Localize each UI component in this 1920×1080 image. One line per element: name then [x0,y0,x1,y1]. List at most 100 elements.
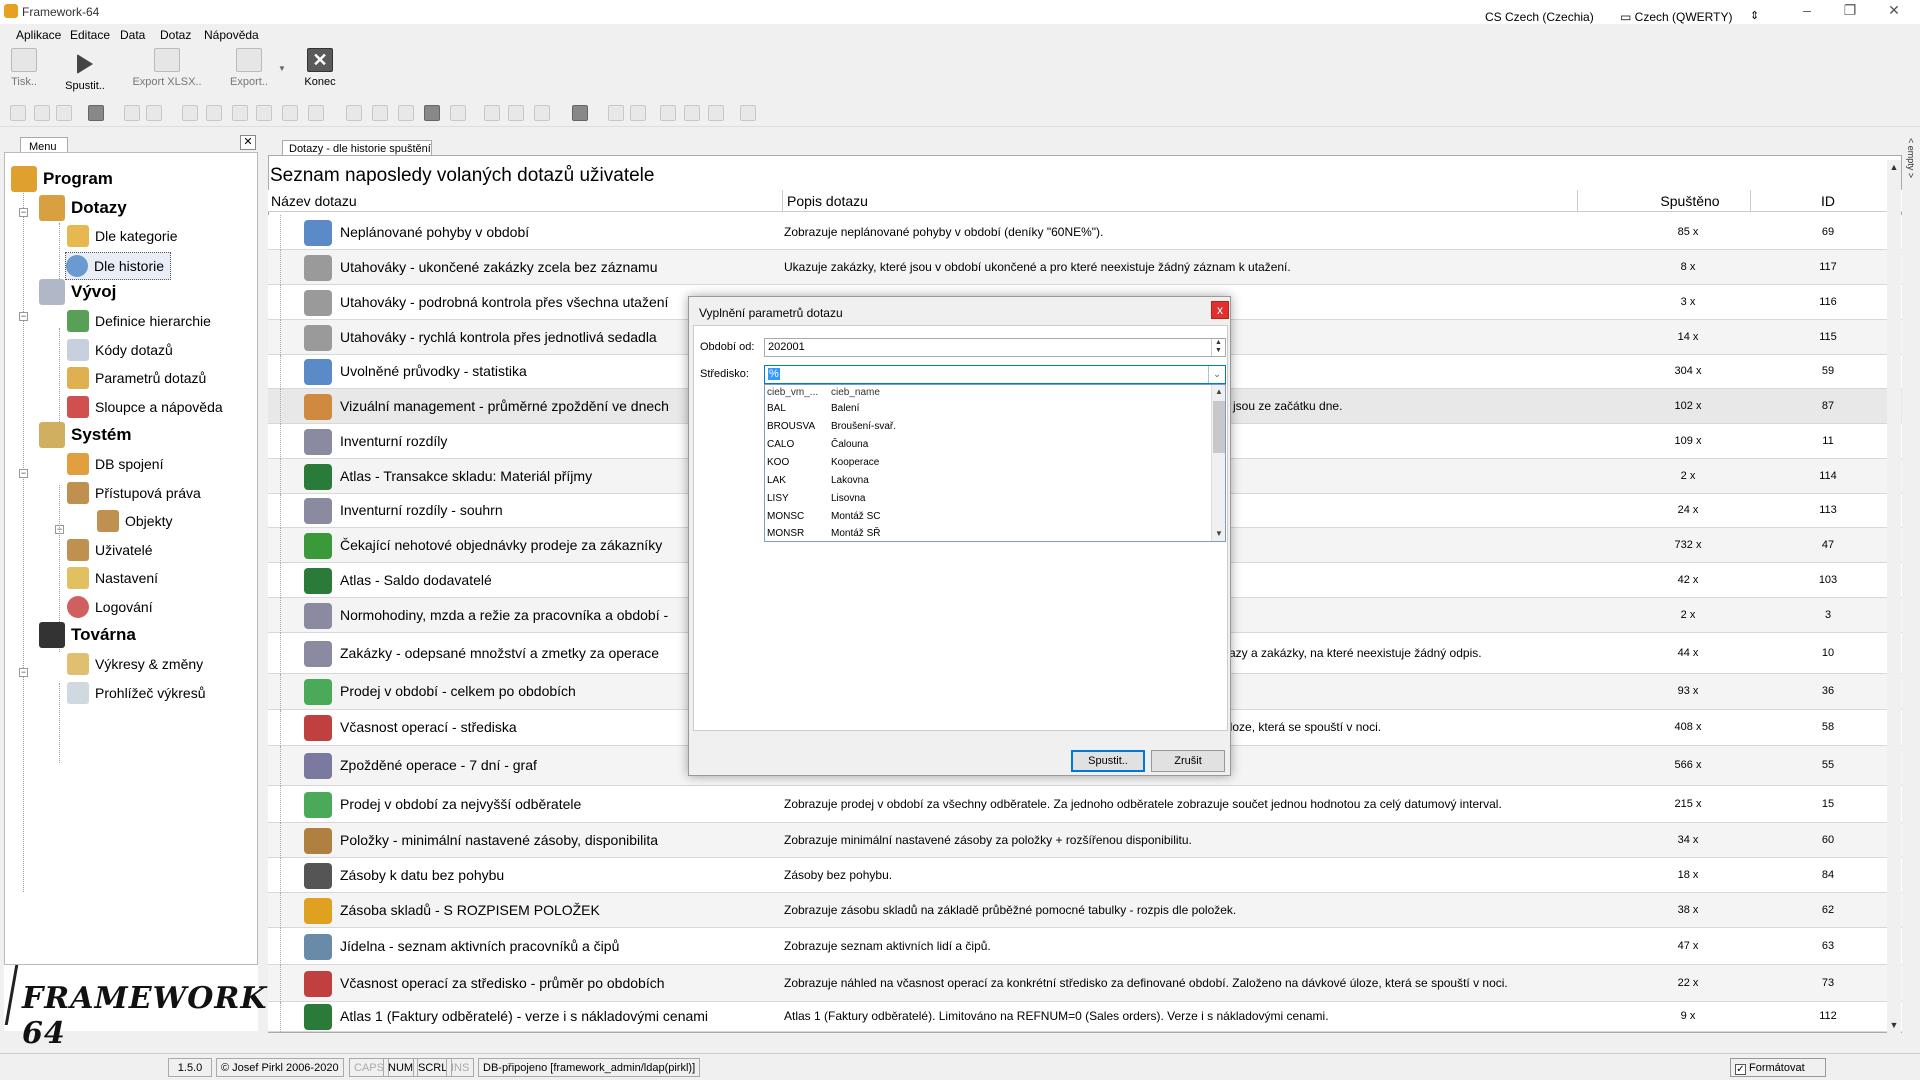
dropdown-scroll-up-icon[interactable]: ▲ [1212,387,1226,396]
next-record-icon[interactable] [256,105,272,121]
dialog-close-icon[interactable]: x [1211,301,1229,319]
delete-icon[interactable] [372,105,388,121]
tree-system[interactable]: Systém [39,422,131,448]
settings-icon[interactable] [740,105,756,121]
table-row[interactable]: Neplánované pohyby v období Zobrazuje nep… [268,215,1902,250]
minimize-icon[interactable]: – [1787,2,1827,18]
outdent-icon[interactable] [630,105,646,121]
language-indicator[interactable]: CS Czech (Czechia) [1485,10,1594,24]
replace-icon[interactable] [146,105,162,121]
table-row[interactable]: Včasnost operací za středisko - průměr p… [268,965,1902,1002]
last-record-icon[interactable] [308,105,324,121]
tree-logovani[interactable]: Logování [67,596,153,618]
table-row[interactable]: Položky - minimální nastavené zásoby, di… [268,823,1902,858]
export-button[interactable]: Export.. [224,48,274,88]
format-checkbox[interactable]: ✓ [1735,1064,1746,1075]
tree-tovarna[interactable]: Továrna [39,622,136,648]
tree-dotazy[interactable]: Dotazy [39,195,127,221]
tab-dotazy-historie[interactable]: Dotazy - dle historie spuštění [282,140,432,156]
star-filter-icon[interactable] [508,105,524,121]
column-header-id[interactable]: ID [1798,193,1858,209]
query-id: 62 [1821,904,1835,916]
paste-icon[interactable] [56,105,72,121]
tree-kody-dotazu[interactable]: Kódy dotazů [67,339,173,361]
tree-vykresy[interactable]: Výkresy & změny [67,653,203,675]
print-button[interactable]: Tisk.. [6,48,42,88]
tree-program[interactable]: Program [11,166,113,192]
expand-system-icon[interactable]: − [19,469,28,478]
period-field[interactable]: 202001 ▲ ▼ [764,338,1226,357]
export-image-icon[interactable] [660,105,676,121]
menu-data[interactable]: Data [120,28,145,42]
export-dropdown-icon[interactable]: ▼ [278,64,286,73]
filter-icon[interactable] [534,105,550,121]
expand-tovarna-icon[interactable]: − [19,668,28,677]
grid-icon[interactable] [88,105,104,121]
indent-icon[interactable] [608,105,624,121]
keyboard-layout[interactable]: ▭ Czech (QWERTY) [1620,10,1732,24]
edit-icon[interactable] [398,105,414,121]
tree-db-spojeni[interactable]: DB spojení [67,453,163,475]
tree-vyvoj[interactable]: Vývoj [39,279,116,305]
side-panel-grip[interactable]: < empty > [1905,135,1920,1035]
tree-uzivatele[interactable]: Uživatelé [67,539,153,561]
find-icon[interactable] [124,105,140,121]
menu-dotaz[interactable]: Dotaz [160,28,191,42]
center-dropdown-icon[interactable]: ⌄ [1208,366,1225,383]
table-scrollbar[interactable]: ▲ ▼ [1887,160,1901,1033]
tree-sloupce[interactable]: Sloupce a nápověda [67,396,223,418]
dropdown-scroll-down-icon[interactable]: ▼ [1212,529,1226,538]
close-app-button[interactable]: ✕ Konec [300,48,340,88]
restore-icon[interactable]: ❐ [1830,2,1870,19]
export-xlsx-button[interactable]: Export XLSX.. [132,48,202,88]
close-window-icon[interactable]: ✕ [1874,2,1914,19]
scroll-down-icon[interactable]: ▼ [1887,1018,1901,1032]
tree-dle-kategorie[interactable]: Dle kategorie [67,225,178,247]
menu-panel-close-icon[interactable]: ✕ [240,135,256,150]
copy-icon[interactable] [34,105,50,121]
dropdown-scroll-thumb[interactable] [1213,401,1225,453]
scroll-up-icon[interactable]: ▲ [1887,160,1901,174]
table-row[interactable]: Prodej v období za nejvyšší odběratele Zo… [268,786,1902,823]
check-icon[interactable] [684,105,700,121]
table-row[interactable]: Zásoby k datu bez pohybu Zásoby bez pohyb… [268,858,1902,893]
dialog-run-button[interactable]: Spustit.. [1071,750,1145,772]
tree-pristupova-prava[interactable]: Přístupová práva [67,482,201,504]
menu-editace[interactable]: Editace [70,28,110,42]
period-spinner-icon[interactable]: ▲ ▼ [1211,339,1225,356]
cut-icon[interactable] [10,105,26,121]
tree-dle-historie[interactable]: Dle historie [65,252,172,280]
first-record-icon[interactable] [182,105,198,121]
dropdown-scrollbar[interactable]: ▲ ▼ [1211,385,1225,541]
column-header-desc[interactable]: Popis dotazu [787,193,868,209]
tree-prohlizec[interactable]: Prohlížeč výkresů [67,682,205,704]
column-header-runs[interactable]: Spuštěno [1640,193,1740,209]
tree-definice-hierarchie[interactable]: Definice hierarchie [67,310,211,332]
tree-nastaveni[interactable]: Nastavení [67,567,158,589]
star-icon[interactable] [484,105,500,121]
table-row[interactable]: Jídelna - seznam aktivních pracovníků a … [268,928,1902,965]
format-toggle[interactable]: ✓ Formátovat [1730,1058,1826,1077]
tree-parametru-dotazu[interactable]: Parametrů dotazů [67,367,206,389]
expand-dotazy-icon[interactable]: − [19,208,28,217]
table-row[interactable]: Utahováky - ukončené zakázky zcela bez z… [268,250,1902,285]
column-header-name[interactable]: Název dotazu [271,193,357,209]
save-icon[interactable] [424,105,440,121]
center-combobox[interactable]: % ⌄ [764,365,1226,384]
view-icon[interactable] [708,105,724,121]
expand-vyvoj-icon[interactable]: − [19,312,28,321]
insert-icon[interactable] [346,105,362,121]
next-page-icon[interactable] [282,105,298,121]
tree-objekty[interactable]: Objekty [97,510,172,532]
run-button[interactable]: Spustit.. [60,48,110,92]
menu-napoveda[interactable]: Nápověda [204,28,259,42]
menu-aplikace[interactable]: Aplikace [16,28,61,42]
cancel-edit-icon[interactable] [450,105,466,121]
refresh-icon[interactable] [572,105,588,121]
dialog-cancel-button[interactable]: Zrušit [1151,750,1225,772]
keyboard-switch-icon[interactable]: ⇕ [1750,9,1759,22]
table-row[interactable]: Atlas 1 (Faktury odběratelé) - verze i s… [268,1002,1902,1032]
prev-record-icon[interactable] [232,105,248,121]
prev-page-icon[interactable] [206,105,222,121]
table-row[interactable]: Zásoba skladů - S ROZPISEM POLOŽEK Zobraz… [268,893,1902,928]
